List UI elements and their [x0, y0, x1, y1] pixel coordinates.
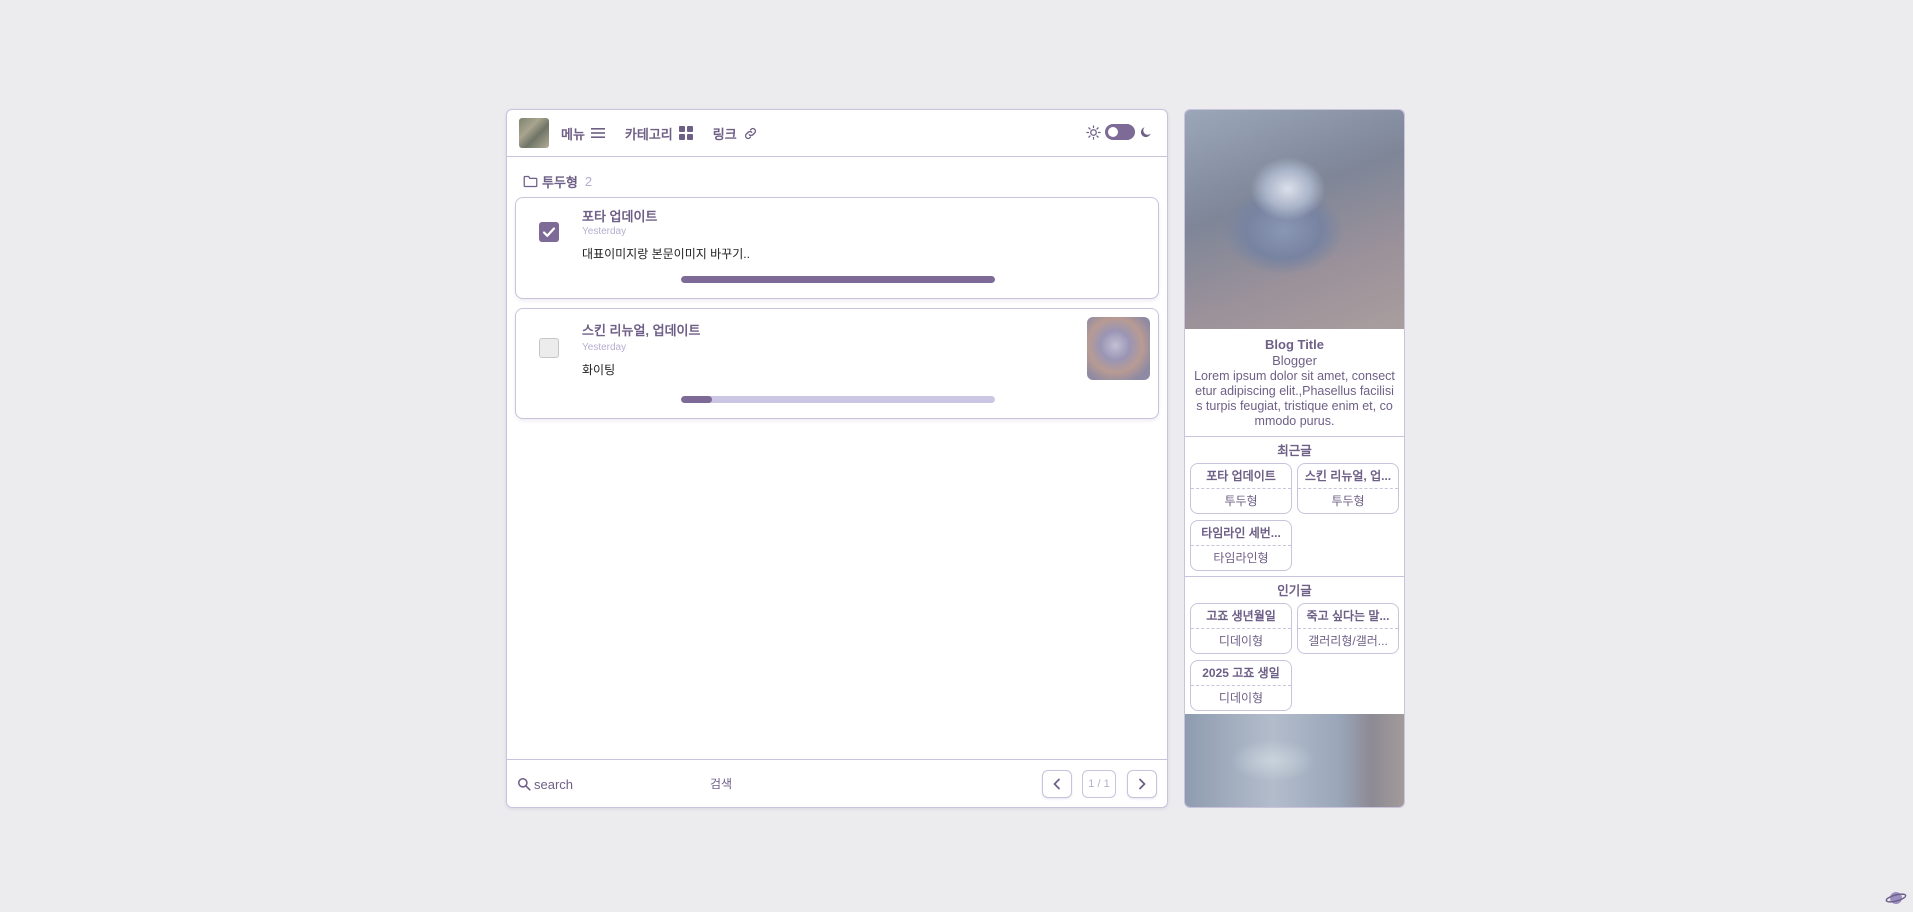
- chevron-left-icon: [1053, 778, 1060, 790]
- theme-switch[interactable]: [1105, 124, 1135, 140]
- recent-post-card[interactable]: 타임라인 세번... 타임라인형: [1190, 520, 1292, 571]
- todo-card[interactable]: 포타 업데이트 Yesterday 대표이미지랑 본문이미지 바꾸기..: [515, 197, 1159, 299]
- post-title: 포타 업데이트: [1191, 464, 1291, 489]
- profile-section: Blog Title Blogger Lorem ipsum dolor sit…: [1185, 329, 1404, 437]
- page-indicator: 1 / 1: [1082, 770, 1116, 798]
- folder-name: 투두형: [542, 175, 578, 190]
- todo-date: Yesterday: [582, 226, 627, 237]
- check-icon: [542, 227, 556, 237]
- recent-posts-title: 최근글: [1277, 444, 1312, 458]
- profile-cover-image: [1185, 110, 1404, 329]
- recent-posts-section: 최근글 포타 업데이트 투두형 스킨 리뉴얼, 업... 투두형 타임라인 세번…: [1185, 437, 1404, 577]
- todo-description: 화이팅: [582, 363, 616, 377]
- todo-progress-bar: [681, 276, 995, 283]
- todo-title[interactable]: 스킨 리뉴얼, 업데이트: [582, 320, 700, 339]
- blog-description: Lorem ipsum dolor sit amet, consectetur …: [1194, 369, 1395, 428]
- planet-icon[interactable]: [1885, 889, 1907, 907]
- folder-icon: [523, 175, 538, 188]
- post-title: 타임라인 세번...: [1191, 521, 1291, 546]
- todo-checkbox[interactable]: [539, 222, 559, 242]
- sidebar-bottom-image: [1185, 714, 1404, 807]
- todo-description: 대표이미지랑 본문이미지 바꾸기..: [582, 247, 750, 261]
- next-page-button[interactable]: [1127, 770, 1157, 798]
- folder-count: 2: [584, 174, 593, 189]
- category-button[interactable]: 카테고리: [625, 124, 693, 143]
- blog-role: Blogger: [1272, 353, 1317, 368]
- todo-progress-fill: [681, 396, 713, 403]
- popular-posts-section: 인기글 고죠 생년월일 디데이형 죽고 싶다는 말... 갤러리형/갤러... …: [1185, 577, 1404, 717]
- todo-progress-fill: [681, 276, 995, 283]
- todo-date: Yesterday: [582, 342, 627, 353]
- search-input[interactable]: [534, 773, 704, 795]
- post-category: 갤러리형/갤러...: [1308, 634, 1388, 648]
- sun-icon: [1086, 124, 1101, 140]
- popular-post-card[interactable]: 고죠 생년월일 디데이형: [1190, 603, 1292, 654]
- blog-title[interactable]: Blog Title: [1193, 337, 1396, 352]
- recent-post-card[interactable]: 스킨 리뉴얼, 업... 투두형: [1297, 463, 1399, 514]
- menu-button[interactable]: 메뉴: [561, 124, 605, 143]
- top-header: 메뉴 카테고리 링크: [507, 110, 1167, 157]
- post-category: 디데이형: [1218, 691, 1264, 705]
- link-label: 링크: [712, 126, 737, 142]
- chevron-right-icon: [1139, 778, 1146, 790]
- recent-post-card[interactable]: 포타 업데이트 투두형: [1190, 463, 1292, 514]
- grid-icon: [678, 126, 693, 140]
- footer: 검색 1 / 1: [507, 759, 1167, 807]
- moon-icon: [1140, 127, 1151, 138]
- prev-page-button[interactable]: [1042, 770, 1072, 798]
- todo-card[interactable]: 스킨 리뉴얼, 업데이트 Yesterday 화이팅: [515, 308, 1159, 419]
- todo-checkbox[interactable]: [539, 338, 559, 358]
- post-title: 고죠 생년월일: [1191, 604, 1291, 629]
- post-title: 2025 고죠 생일: [1191, 661, 1291, 686]
- post-title: 스킨 리뉴얼, 업...: [1298, 464, 1398, 489]
- post-category: 투두형: [1224, 494, 1258, 508]
- todo-progress-bar: [681, 396, 995, 403]
- category-label: 카테고리: [624, 126, 673, 142]
- todo-thumbnail[interactable]: [1087, 317, 1150, 380]
- todo-title[interactable]: 포타 업데이트: [582, 206, 657, 225]
- link-button[interactable]: 링크: [713, 124, 758, 143]
- search-button[interactable]: 검색: [710, 775, 732, 792]
- popular-post-card[interactable]: 죽고 싶다는 말... 갤러리형/갤러...: [1297, 603, 1399, 654]
- post-category: 투두형: [1331, 494, 1365, 508]
- theme-toggle[interactable]: [1086, 124, 1153, 140]
- menu-label: 메뉴: [561, 126, 585, 142]
- folder-heading: 투두형 2: [523, 172, 592, 191]
- popular-post-card[interactable]: 2025 고죠 생일 디데이형: [1190, 660, 1292, 711]
- theme-switch-knob: [1108, 127, 1118, 137]
- main-panel: 메뉴 카테고리 링크 투두형 2 포타 업데이트 Yesterday 대표이미지…: [506, 109, 1168, 808]
- search-icon: [517, 777, 531, 791]
- popular-posts-title: 인기글: [1277, 584, 1312, 598]
- post-category: 타임라인형: [1213, 551, 1269, 565]
- post-category: 디데이형: [1218, 634, 1264, 648]
- link-icon: [744, 127, 756, 139]
- post-title: 죽고 싶다는 말...: [1298, 604, 1398, 629]
- avatar[interactable]: [519, 118, 549, 148]
- sidebar: Blog Title Blogger Lorem ipsum dolor sit…: [1184, 109, 1405, 808]
- hamburger-icon: [590, 128, 605, 138]
